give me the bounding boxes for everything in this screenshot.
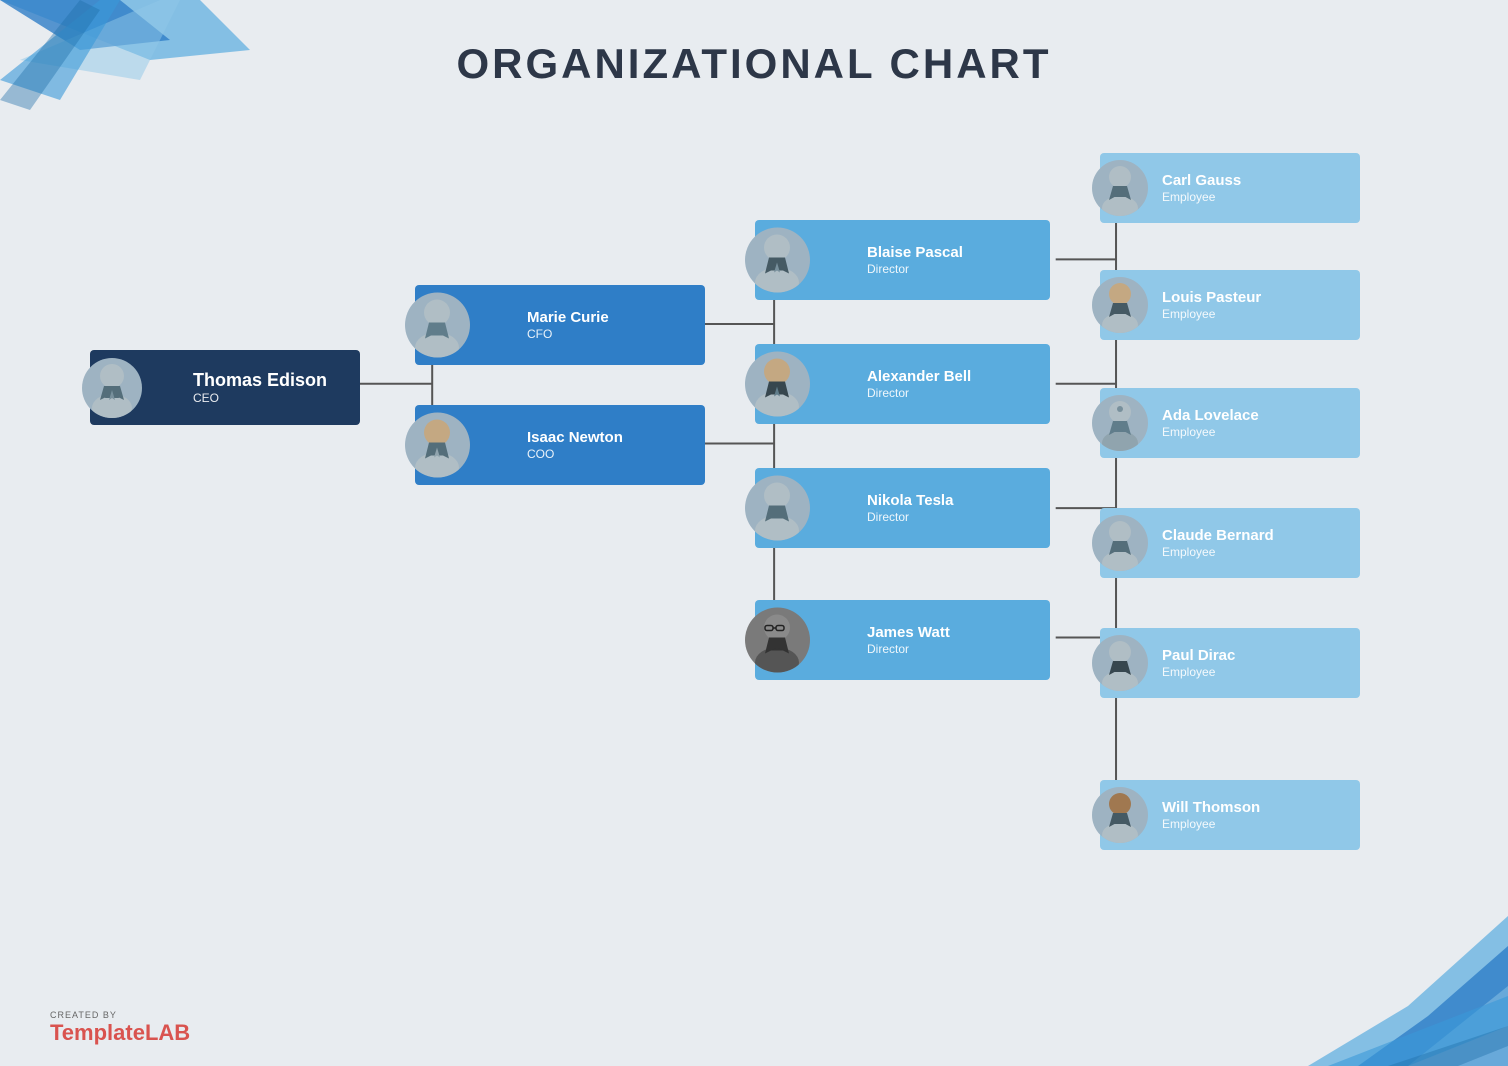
employee5-node: Paul Dirac Employee xyxy=(1100,628,1360,698)
cfo-name: Marie Curie xyxy=(527,309,609,327)
emp5-role: Employee xyxy=(1162,665,1235,679)
created-by-label: CREATED BY xyxy=(50,1010,117,1020)
brand-name: TemplateLAB xyxy=(50,1020,190,1046)
director3-role: Director xyxy=(867,510,953,524)
branding: CREATED BY TemplateLAB xyxy=(50,1010,190,1046)
director2-name: Alexander Bell xyxy=(867,368,971,386)
employee3-node: Ada Lovelace Employee xyxy=(1100,388,1360,458)
org-chart: Thomas Edison CEO Marie Curie CFO xyxy=(40,120,1468,966)
employee6-node: Will Thomson Employee xyxy=(1100,780,1360,850)
director2-role: Director xyxy=(867,386,971,400)
emp1-name: Carl Gauss xyxy=(1162,172,1241,190)
director3-name: Nikola Tesla xyxy=(867,492,953,510)
employee1-node: Carl Gauss Employee xyxy=(1100,153,1360,223)
director1-node: Blaise Pascal Director xyxy=(755,220,1050,300)
director1-name: Blaise Pascal xyxy=(867,244,963,262)
emp3-role: Employee xyxy=(1162,425,1259,439)
emp3-name: Ada Lovelace xyxy=(1162,407,1259,425)
emp6-name: Will Thomson xyxy=(1162,799,1260,817)
employee2-node: Louis Pasteur Employee xyxy=(1100,270,1360,340)
emp2-role: Employee xyxy=(1162,307,1261,321)
emp4-name: Claude Bernard xyxy=(1162,527,1274,545)
director2-node: Alexander Bell Director xyxy=(755,344,1050,424)
director3-node: Nikola Tesla Director xyxy=(755,468,1050,548)
ceo-role: CEO xyxy=(193,391,327,405)
coo-name: Isaac Newton xyxy=(527,429,623,447)
brand-lab: LAB xyxy=(145,1020,190,1045)
director1-role: Director xyxy=(867,262,963,276)
page-title: ORGANIZATIONAL CHART xyxy=(0,40,1508,88)
ceo-node: Thomas Edison CEO xyxy=(90,350,360,425)
emp6-role: Employee xyxy=(1162,817,1260,831)
emp1-role: Employee xyxy=(1162,190,1241,204)
coo-node: Isaac Newton COO xyxy=(415,405,705,485)
director4-role: Director xyxy=(867,642,950,656)
emp4-role: Employee xyxy=(1162,545,1274,559)
ceo-name: Thomas Edison xyxy=(193,370,327,392)
emp2-name: Louis Pasteur xyxy=(1162,289,1261,307)
coo-role: COO xyxy=(527,447,623,461)
brand-template: Template xyxy=(50,1020,145,1045)
cfo-node: Marie Curie CFO xyxy=(415,285,705,365)
emp5-name: Paul Dirac xyxy=(1162,647,1235,665)
cfo-role: CFO xyxy=(527,327,609,341)
director4-name: James Watt xyxy=(867,624,950,642)
employee4-node: Claude Bernard Employee xyxy=(1100,508,1360,578)
director4-node: James Watt Director xyxy=(755,600,1050,680)
